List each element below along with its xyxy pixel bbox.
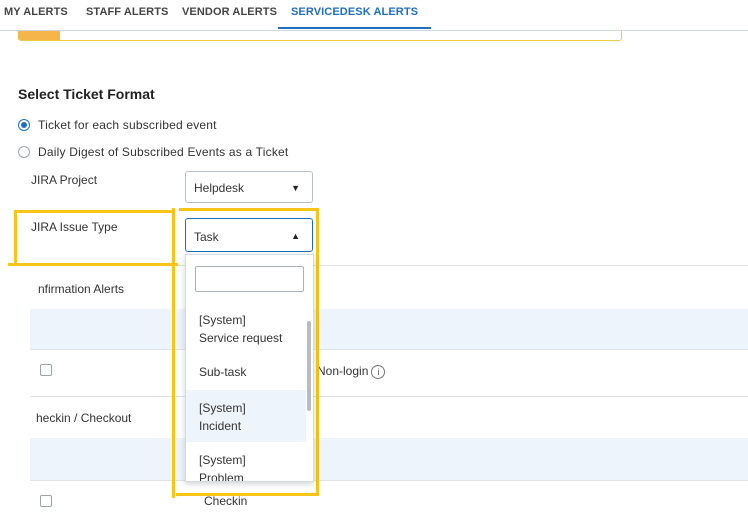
option-label: [System] Incident bbox=[199, 401, 246, 433]
row-divider bbox=[30, 349, 748, 350]
row-band bbox=[30, 438, 748, 480]
radio-label: Ticket for each subscribed event bbox=[38, 118, 217, 132]
non-login-text: Non-login bbox=[317, 364, 369, 378]
highlight-stroke bbox=[316, 208, 319, 496]
dropdown-search-input[interactable] bbox=[195, 266, 304, 292]
option-service-request[interactable]: [System] Service request bbox=[186, 311, 306, 363]
checkin-checkbox[interactable] bbox=[40, 495, 52, 507]
highlight-stroke bbox=[14, 210, 174, 213]
radio-button-selected[interactable] bbox=[18, 119, 30, 131]
row-divider bbox=[30, 480, 748, 481]
highlight-stroke bbox=[172, 208, 175, 498]
tab-vendor-alerts[interactable]: VENDOR ALERTS bbox=[182, 0, 277, 29]
option-label: [System] Service request bbox=[199, 313, 283, 345]
section-title: Select Ticket Format bbox=[18, 86, 155, 102]
non-login-label: Non-login i bbox=[317, 364, 386, 379]
tab-staff-alerts[interactable]: STAFF ALERTS bbox=[86, 0, 168, 29]
dropdown-scrollbar[interactable] bbox=[307, 321, 311, 411]
non-login-checkbox[interactable] bbox=[40, 364, 52, 376]
jira-issue-type-select[interactable]: Task ▲ bbox=[185, 218, 313, 252]
info-icon[interactable]: i bbox=[371, 364, 386, 379]
option-sub-task[interactable]: Sub-task bbox=[186, 363, 306, 389]
jira-project-value: Helpdesk bbox=[194, 181, 245, 195]
checkin-label: Checkin bbox=[204, 494, 248, 508]
highlight-stroke bbox=[14, 210, 17, 266]
radio-label: Daily Digest of Subscribed Events as a T… bbox=[38, 145, 289, 159]
confirmation-alerts-label: nfirmation Alerts bbox=[38, 282, 125, 296]
row-band bbox=[30, 309, 748, 349]
tab-my-alerts[interactable]: MY ALERTS bbox=[4, 0, 68, 29]
notice-box bbox=[18, 31, 622, 41]
option-problem[interactable]: [System] Problem bbox=[186, 443, 306, 482]
highlight-stroke bbox=[8, 263, 178, 266]
caret-down-icon: ▼ bbox=[291, 183, 300, 193]
notice-tag bbox=[18, 31, 60, 40]
option-label: Sub-task bbox=[199, 365, 247, 379]
alerts-tab-bar: MY ALERTS STAFF ALERTS VENDOR ALERTS SER… bbox=[0, 0, 748, 31]
checkin-checkout-label: heckin / Checkout bbox=[36, 411, 132, 425]
jira-issue-type-label: JIRA Issue Type bbox=[31, 220, 118, 234]
option-incident[interactable]: [System] Incident bbox=[186, 390, 306, 442]
option-label: [System] Problem bbox=[199, 453, 246, 482]
highlight-stroke bbox=[176, 493, 319, 496]
jira-project-select[interactable]: Helpdesk ▼ bbox=[185, 171, 313, 203]
radio-ticket-each-event[interactable]: Ticket for each subscribed event bbox=[18, 116, 217, 134]
caret-up-icon: ▲ bbox=[291, 231, 300, 241]
jira-issue-type-value: Task bbox=[194, 230, 219, 244]
jira-project-label: JIRA Project bbox=[31, 173, 98, 187]
radio-button[interactable] bbox=[18, 146, 30, 158]
row-divider bbox=[30, 396, 748, 397]
issue-type-dropdown[interactable]: [System] Service request Sub-task [Syste… bbox=[185, 254, 314, 482]
tab-servicedesk-alerts[interactable]: SERVICEDESK ALERTS bbox=[278, 0, 432, 29]
highlight-stroke bbox=[179, 208, 319, 211]
radio-daily-digest[interactable]: Daily Digest of Subscribed Events as a T… bbox=[18, 143, 288, 161]
